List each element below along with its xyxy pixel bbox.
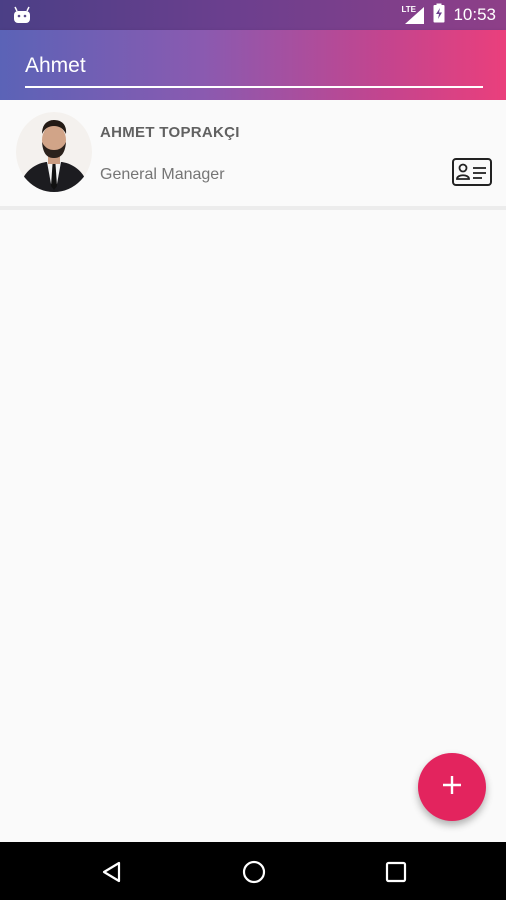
list-item[interactable]: AHMET TOPRAKÇI General Manager <box>0 100 506 210</box>
battery-charging-icon <box>433 3 445 28</box>
lte-signal-icon: LTE <box>401 5 425 25</box>
plus-icon <box>441 774 463 801</box>
contact-card-icon[interactable] <box>452 158 492 188</box>
android-icon <box>12 6 32 29</box>
contact-name: AHMET TOPRAKÇI <box>100 124 240 141</box>
recents-icon[interactable] <box>381 857 411 887</box>
contact-title: General Manager <box>100 166 225 183</box>
status-bar: LTE 10:53 <box>0 0 506 30</box>
search-input[interactable] <box>25 50 483 88</box>
add-contact-button[interactable] <box>418 753 486 821</box>
avatar <box>16 112 92 192</box>
app-bar <box>0 30 506 100</box>
home-icon[interactable] <box>239 857 269 887</box>
back-icon[interactable] <box>97 857 127 887</box>
navigation-bar <box>0 842 506 900</box>
status-time: 10:53 <box>453 5 496 24</box>
